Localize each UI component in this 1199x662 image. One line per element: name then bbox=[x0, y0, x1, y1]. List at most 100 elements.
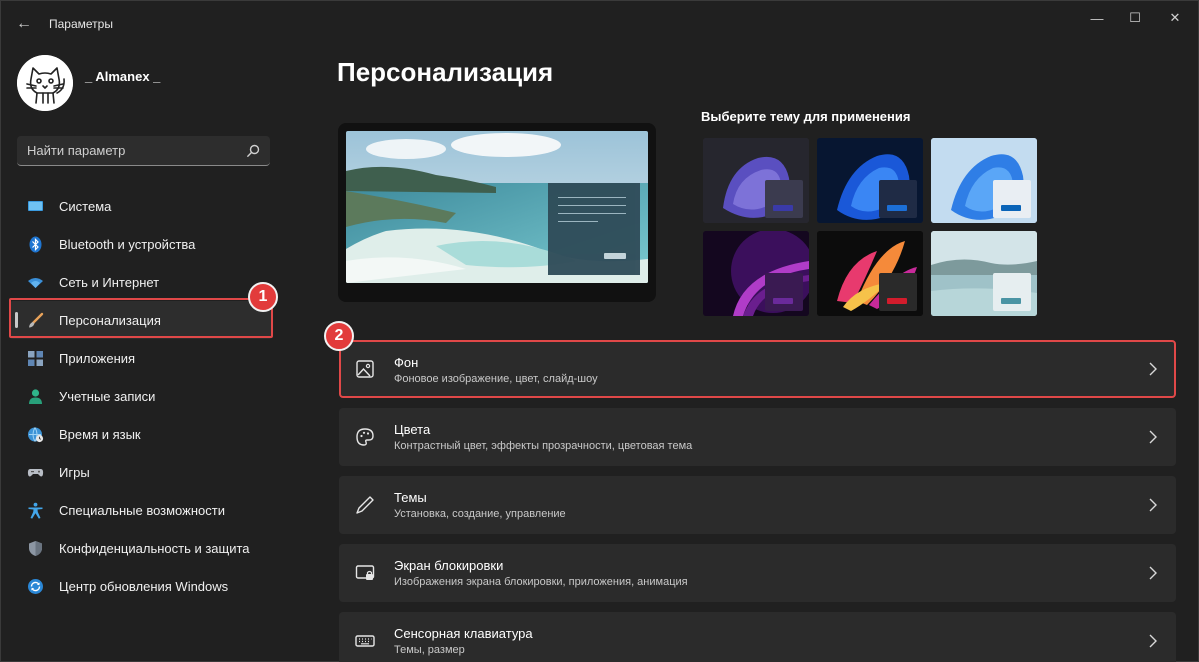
back-arrow-icon: ← bbox=[16, 15, 32, 32]
sidebar-item-network[interactable]: Сеть и Интернет bbox=[9, 263, 273, 301]
theme-mini-button bbox=[1001, 205, 1021, 211]
brush-icon bbox=[27, 312, 44, 329]
card-subtitle: Темы, размер bbox=[394, 644, 465, 656]
sidebar-item-label: Конфиденциальность и защита bbox=[59, 540, 250, 556]
card-lock-screen[interactable]: Экран блокировки Изображения экрана блок… bbox=[339, 544, 1176, 602]
minimize-button[interactable]: — bbox=[1077, 7, 1117, 29]
preview-wallpaper bbox=[346, 131, 648, 283]
sidebar-item-label: Центр обновления Windows bbox=[59, 578, 229, 594]
lock-screen-icon bbox=[355, 565, 375, 580]
preview-window-mock bbox=[548, 183, 640, 275]
title-bar: ← Параметры — ☐ ✕ bbox=[1, 1, 1199, 45]
chevron-right-icon bbox=[1149, 362, 1157, 376]
chevron-right-icon bbox=[1149, 566, 1157, 580]
card-title: Темы bbox=[394, 490, 427, 505]
card-subtitle: Фоновое изображение, цвет, слайд-шоу bbox=[394, 373, 598, 385]
sidebar-item-label: Учетные записи bbox=[59, 388, 156, 404]
sidebar-item-label: Bluetooth и устройства bbox=[59, 236, 196, 252]
theme-mini-window bbox=[765, 180, 803, 218]
sidebar-item-label: Сеть и Интернет bbox=[59, 274, 160, 290]
chevron-right-icon bbox=[1149, 634, 1157, 648]
preview-button-mock bbox=[604, 253, 626, 259]
theme-mini-window bbox=[993, 273, 1031, 311]
theme-dark-glow[interactable] bbox=[703, 138, 809, 223]
search-input[interactable] bbox=[27, 143, 237, 158]
maximize-button[interactable]: ☐ bbox=[1115, 7, 1155, 29]
sidebar-item-personalization[interactable]: Персонализация bbox=[9, 301, 273, 339]
close-button[interactable]: ✕ bbox=[1155, 7, 1195, 29]
card-subtitle: Изображения экрана блокировки, приложени… bbox=[394, 576, 688, 588]
chevron-right-icon bbox=[1149, 498, 1157, 512]
sidebar-item-accessibility[interactable]: Специальные возможности bbox=[9, 491, 273, 529]
theme-mini-button bbox=[1001, 298, 1021, 304]
minimize-icon: — bbox=[1090, 10, 1104, 26]
themes-heading: Выберите тему для применения bbox=[701, 109, 911, 124]
theme-mini-window bbox=[879, 180, 917, 218]
sidebar-item-label: Время и язык bbox=[59, 426, 141, 442]
sidebar-item-gaming[interactable]: Игры bbox=[9, 453, 273, 491]
search-icon[interactable] bbox=[245, 143, 261, 159]
card-title: Экран блокировки bbox=[394, 558, 504, 573]
theme-mini-button bbox=[773, 205, 793, 211]
globe-clock-icon bbox=[27, 426, 44, 443]
maximize-icon: ☐ bbox=[1129, 10, 1141, 25]
sidebar-item-bluetooth[interactable]: Bluetooth и устройства bbox=[9, 225, 273, 263]
settings-window: ← Параметры — ☐ ✕ _ Almanex _ Найти пара… bbox=[0, 0, 1199, 662]
theme-mini-button bbox=[887, 205, 907, 211]
avatar[interactable] bbox=[17, 55, 73, 111]
step-badge-2: 2 bbox=[324, 321, 354, 351]
close-icon: ✕ bbox=[1169, 10, 1181, 25]
card-title: Сенсорная клавиатура bbox=[394, 626, 533, 641]
sidebar-item-windows-update[interactable]: Центр обновления Windows bbox=[9, 567, 273, 605]
back-button[interactable]: ← bbox=[13, 13, 35, 35]
sidebar-item-accounts[interactable]: Учетные записи bbox=[9, 377, 273, 415]
sidebar-item-label: Приложения bbox=[59, 350, 136, 366]
theme-windows-light[interactable] bbox=[931, 138, 1037, 223]
sidebar-item-label: Специальные возможности bbox=[59, 502, 225, 518]
bluetooth-icon bbox=[27, 236, 44, 253]
card-touch-keyboard[interactable]: Сенсорная клавиатура Темы, размер bbox=[339, 612, 1176, 662]
palette-icon bbox=[356, 428, 374, 446]
themes-grid bbox=[703, 138, 1037, 316]
page-title: Персонализация bbox=[337, 57, 554, 87]
theme-windows-dark[interactable] bbox=[817, 138, 923, 223]
sidebar-item-label: Персонализация bbox=[59, 312, 161, 328]
image-icon bbox=[356, 360, 374, 378]
card-subtitle: Установка, создание, управление bbox=[394, 508, 566, 520]
theme-mini-button bbox=[773, 298, 793, 304]
cat-avatar-icon bbox=[17, 55, 73, 111]
sidebar-item-privacy[interactable]: Конфиденциальность и защита bbox=[9, 529, 273, 567]
person-icon bbox=[27, 388, 44, 405]
card-themes[interactable]: Темы Установка, создание, управление bbox=[339, 476, 1176, 534]
step-badge-1: 1 bbox=[248, 282, 278, 312]
pen-icon bbox=[356, 496, 374, 514]
sidebar-item-label: Система bbox=[59, 198, 112, 214]
theme-preview bbox=[338, 123, 656, 302]
card-subtitle: Контрастный цвет, эффекты прозрачности, … bbox=[394, 440, 693, 452]
preview-line bbox=[558, 213, 626, 214]
monitor-icon bbox=[27, 198, 44, 215]
theme-purple-captured[interactable] bbox=[703, 231, 809, 316]
search-box[interactable] bbox=[17, 136, 270, 166]
theme-mini-button bbox=[887, 298, 907, 304]
sidebar-nav: Система Bluetooth и устройства Сеть и Ин… bbox=[9, 187, 273, 605]
preview-line bbox=[558, 205, 626, 206]
sidebar-item-time-language[interactable]: Время и язык bbox=[9, 415, 273, 453]
sidebar-item-apps[interactable]: Приложения bbox=[9, 339, 273, 377]
card-colors[interactable]: Цвета Контрастный цвет, эффекты прозрачн… bbox=[339, 408, 1176, 466]
chevron-right-icon bbox=[1149, 430, 1157, 444]
update-icon bbox=[27, 578, 44, 595]
accessibility-icon bbox=[27, 502, 44, 519]
user-name: _ Almanex _ bbox=[85, 69, 161, 84]
sidebar-item-system[interactable]: Система bbox=[9, 187, 273, 225]
theme-mini-window bbox=[993, 180, 1031, 218]
sidebar-item-label: Игры bbox=[59, 464, 90, 480]
app-title: Параметры bbox=[49, 17, 113, 31]
card-background[interactable]: Фон Фоновое изображение, цвет, слайд-шоу bbox=[339, 340, 1176, 398]
preview-line bbox=[558, 197, 626, 198]
card-title: Фон bbox=[394, 355, 419, 370]
theme-flow[interactable] bbox=[817, 231, 923, 316]
apps-icon bbox=[27, 350, 44, 367]
theme-mini-window bbox=[765, 273, 803, 311]
theme-sunrise[interactable] bbox=[931, 231, 1037, 316]
